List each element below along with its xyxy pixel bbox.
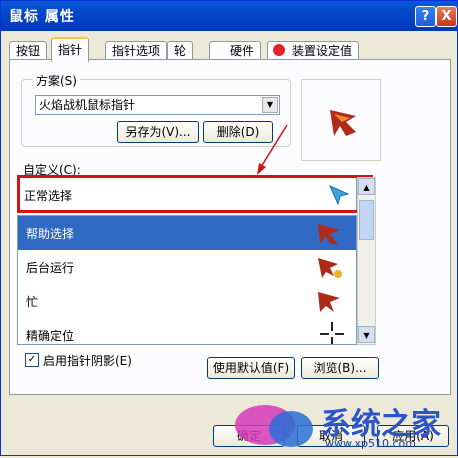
mouse-properties-window: 鼠标 属性 ? X 按钮 指针 指针选项 轮 硬件 装置设定值 方案(S) 火焰… bbox=[0, 0, 458, 456]
chevron-down-icon[interactable]: ▼ bbox=[262, 97, 278, 113]
scroll-thumb[interactable] bbox=[359, 200, 374, 240]
flame-cursor-icon bbox=[330, 110, 356, 136]
highlight-box bbox=[17, 175, 373, 213]
scheme-label: 方案(S) bbox=[33, 72, 80, 89]
help-select-cursor-icon bbox=[318, 224, 340, 244]
window-title: 鼠标 属性 bbox=[9, 9, 75, 25]
browse-button[interactable]: 浏览(B)... bbox=[301, 357, 379, 379]
busy-cursor-icon bbox=[318, 292, 340, 312]
tab-pointer-options[interactable]: 指针选项 bbox=[105, 41, 168, 60]
help-button[interactable]: ? bbox=[415, 6, 436, 27]
shadow-checkbox-label: 启用指针阴影(E) bbox=[43, 354, 132, 368]
watermark-url: www.xp510.com bbox=[325, 437, 416, 450]
background-busy-cursor-icon bbox=[318, 258, 342, 278]
tab-hardware[interactable]: 硬件 bbox=[209, 41, 262, 60]
close-button[interactable]: X bbox=[436, 6, 457, 27]
list-item-label: 精确定位 bbox=[26, 329, 75, 343]
list-item-label: 忙 bbox=[26, 295, 39, 309]
title-bar[interactable]: 鼠标 属性 ? X bbox=[1, 1, 457, 31]
list-scrollbar[interactable]: ▲ ▼ bbox=[357, 177, 376, 345]
tab-wheel[interactable]: 轮 bbox=[167, 41, 194, 60]
crosshair-icon bbox=[320, 322, 344, 344]
list-item[interactable]: 后台运行 bbox=[18, 250, 356, 284]
scheme-selected-value: 火焰战机鼠标指针 bbox=[39, 98, 136, 112]
tab-pointers[interactable]: 指针 bbox=[51, 37, 90, 62]
scroll-down-icon[interactable]: ▼ bbox=[358, 326, 375, 343]
save-as-button[interactable]: 另存为(V)... bbox=[117, 121, 199, 143]
device-settings-icon bbox=[273, 44, 285, 56]
tab-buttons[interactable]: 按钮 bbox=[9, 41, 48, 60]
list-item-label: 后台运行 bbox=[26, 261, 75, 275]
shadow-checkbox[interactable]: ✓ bbox=[25, 353, 39, 367]
scroll-up-icon[interactable]: ▲ bbox=[358, 178, 375, 195]
list-item[interactable]: 帮助选择 bbox=[18, 216, 356, 250]
pointer-preview bbox=[301, 79, 381, 161]
list-item-label: 帮助选择 bbox=[26, 227, 75, 241]
scheme-select[interactable]: 火焰战机鼠标指针 ▼ bbox=[35, 95, 280, 115]
use-default-button[interactable]: 使用默认值(F) bbox=[207, 357, 295, 379]
list-item[interactable]: 精确定位 bbox=[18, 318, 356, 344]
watermark: 系统之家 www.xp510.com bbox=[229, 395, 457, 455]
cursor-list: 帮助选择 后台运行 忙 精确定位 bbox=[17, 215, 357, 345]
annotation-arrow bbox=[257, 124, 288, 175]
list-item[interactable]: 忙 bbox=[18, 284, 356, 318]
